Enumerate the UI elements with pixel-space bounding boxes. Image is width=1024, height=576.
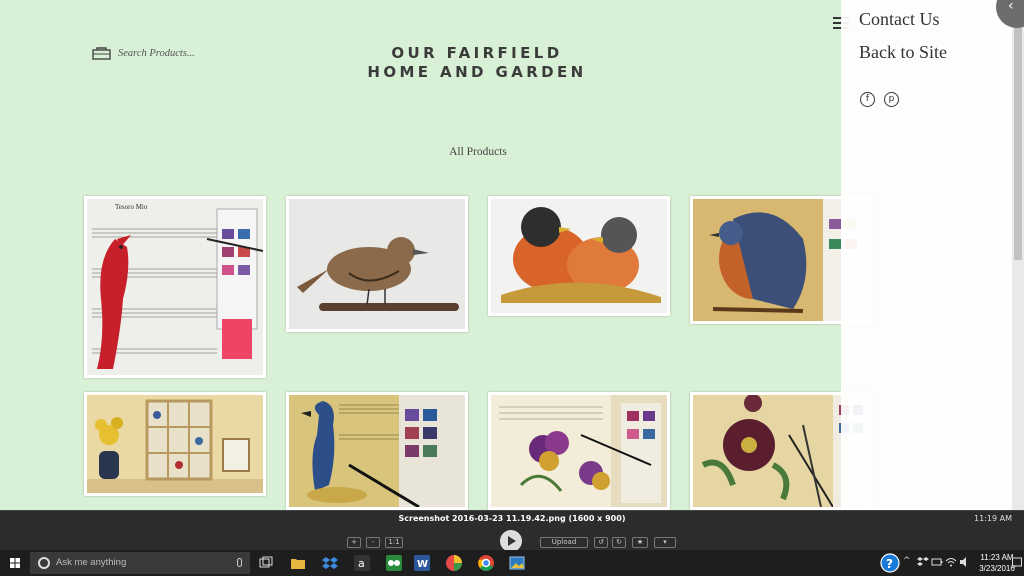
- rotate-left-icon[interactable]: ↺: [594, 537, 608, 548]
- wren-image: [289, 199, 465, 329]
- image-viewer-bar: Screenshot 2016-03-23 11.19.42.png (1600…: [0, 510, 1024, 552]
- site-title[interactable]: OUR FAIRFIELD HOME AND GARDEN: [340, 44, 614, 82]
- chevron-up-icon[interactable]: ^: [903, 556, 915, 568]
- product-window-frame[interactable]: [84, 392, 266, 496]
- cortana-icon: [38, 557, 50, 569]
- scrollbar[interactable]: [1012, 0, 1024, 510]
- product-cardinal[interactable]: Tesoro Mio: [84, 196, 266, 378]
- product-pansies[interactable]: [488, 392, 670, 510]
- site-title-line1: OUR FAIRFIELD: [391, 44, 563, 62]
- upload-button[interactable]: Upload: [540, 537, 588, 548]
- contact-us-link[interactable]: Contact Us: [859, 9, 940, 30]
- back-to-site-link[interactable]: Back to Site: [859, 42, 947, 63]
- chevron-left-icon: ‹: [1008, 0, 1014, 14]
- cortana-placeholder: Ask me anything: [56, 557, 127, 568]
- play-icon[interactable]: [500, 530, 522, 552]
- task-view-icon[interactable]: [257, 554, 275, 572]
- battery-icon[interactable]: [931, 556, 943, 568]
- wifi-icon[interactable]: [945, 556, 957, 568]
- dropbox-tray-icon[interactable]: [917, 556, 929, 568]
- scrollbar-thumb[interactable]: [1014, 10, 1022, 260]
- cardinal-image: Tesoro Mio: [87, 199, 263, 375]
- microphone-icon[interactable]: [237, 558, 242, 567]
- robins-image: [491, 199, 667, 313]
- site-title-line2: HOME AND GARDEN: [367, 63, 587, 81]
- blue-jay-image: [289, 395, 465, 507]
- rotate-right-icon[interactable]: ↻: [612, 537, 626, 548]
- window-frame-image: [87, 395, 263, 493]
- product-robins[interactable]: [488, 196, 670, 316]
- star-icon[interactable]: ★: [632, 537, 648, 548]
- zoom-out-button[interactable]: -: [366, 537, 380, 548]
- help-icon[interactable]: ?: [880, 553, 900, 573]
- side-menu-panel: Contact Us Back to Site f p: [841, 0, 1024, 510]
- notifications-icon[interactable]: [1012, 557, 1022, 569]
- search-input[interactable]: Search Products...: [118, 48, 195, 59]
- cortana-search-input[interactable]: Ask me anything: [30, 552, 250, 574]
- amazon-icon[interactable]: a: [353, 554, 371, 572]
- pinterest-icon[interactable]: p: [884, 92, 899, 107]
- tripadvisor-icon[interactable]: [385, 554, 403, 572]
- section-title: All Products: [449, 146, 507, 158]
- svg-text:a: a: [358, 557, 365, 570]
- word-icon[interactable]: W: [413, 554, 431, 572]
- chrome-icon[interactable]: [477, 554, 495, 572]
- pansies-image: [491, 395, 667, 507]
- facebook-icon[interactable]: f: [860, 92, 875, 107]
- chevron-down-icon[interactable]: ▾: [654, 537, 676, 548]
- dropbox-icon[interactable]: [321, 554, 339, 572]
- viewer-time: 11:19 AM: [974, 514, 1012, 523]
- svg-text:W: W: [417, 559, 428, 570]
- picasa-icon[interactable]: [445, 554, 463, 572]
- windows-start-icon[interactable]: [0, 550, 30, 576]
- viewer-title: Screenshot 2016-03-23 11.19.42.png (1600…: [398, 514, 626, 523]
- product-blue-jay[interactable]: [286, 392, 468, 510]
- cardinal-caption: Tesoro Mio: [115, 203, 148, 211]
- photo-viewer-icon[interactable]: [508, 554, 526, 572]
- svg-text:?: ?: [886, 557, 893, 571]
- cart-icon: [92, 47, 111, 60]
- windows-taskbar: Ask me anything a W ? ^ 11:23 AM 3/23/20…: [0, 550, 1024, 576]
- volume-icon[interactable]: [959, 556, 971, 568]
- actual-size-button[interactable]: 1:1: [385, 537, 403, 548]
- zoom-in-button[interactable]: +: [347, 537, 361, 548]
- search-bar[interactable]: Search Products...: [92, 47, 195, 60]
- file-explorer-icon[interactable]: [289, 554, 307, 572]
- product-wren[interactable]: [286, 196, 468, 332]
